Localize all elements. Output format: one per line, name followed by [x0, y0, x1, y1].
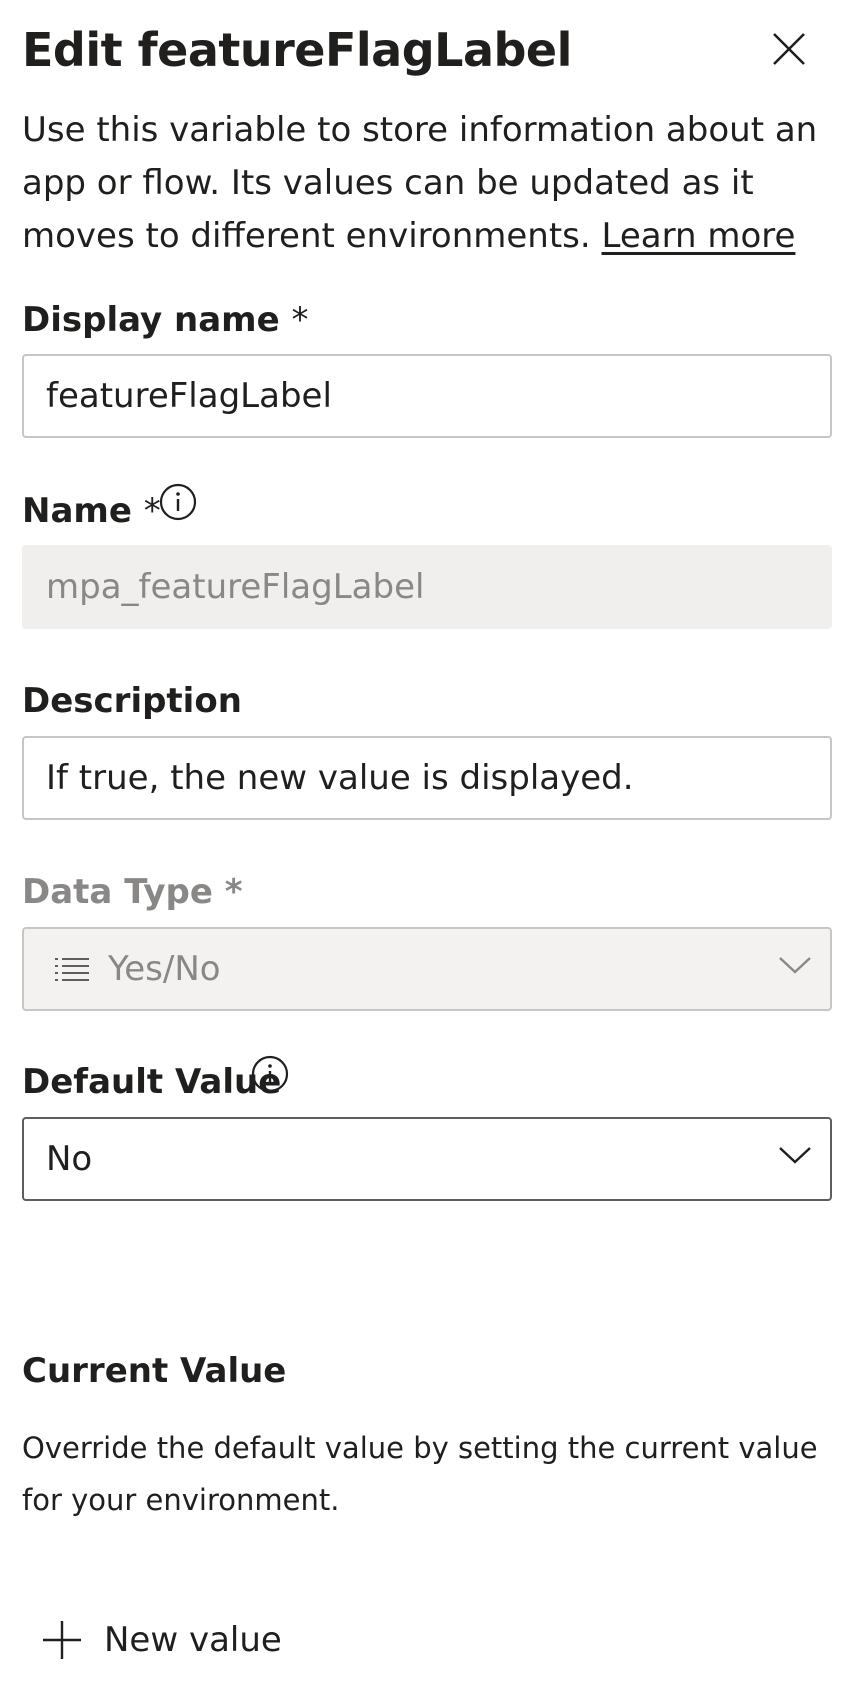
data-type-label-text: Data Type	[22, 872, 213, 912]
description-label: Description	[22, 681, 242, 721]
data-type-label: Data Type *	[22, 868, 243, 916]
description-input[interactable]: If true, the new value is displayed.	[22, 736, 832, 820]
name-input: mpa_featureFlagLabel	[22, 545, 832, 629]
new-value-button[interactable]: New value	[42, 1610, 282, 1670]
default-value-label: Default Value	[22, 1062, 282, 1102]
new-value-label: New value	[104, 1620, 282, 1660]
panel-title: Edit featureFlagLabel	[22, 23, 572, 77]
display-name-value: featureFlagLabel	[46, 376, 332, 416]
edit-variable-panel: Edit featureFlagLabel Use this variable …	[0, 0, 852, 1683]
required-marker: *	[224, 872, 243, 912]
data-type-select: Yes/No	[22, 927, 832, 1011]
close-button[interactable]	[762, 22, 816, 76]
display-name-input[interactable]: featureFlagLabel	[22, 354, 832, 438]
chevron-down-icon	[779, 957, 811, 974]
learn-more-link[interactable]: Learn more	[602, 216, 796, 256]
name-label: Name *	[22, 487, 161, 535]
default-value-info-icon[interactable]	[250, 1054, 290, 1094]
intro-text: Use this variable to store information a…	[22, 104, 832, 263]
display-name-label-text: Display name	[22, 300, 280, 340]
name-value: mpa_featureFlagLabel	[46, 567, 425, 607]
current-value-description: Override the default value by setting th…	[22, 1431, 818, 1517]
data-type-value: Yes/No	[108, 949, 221, 989]
required-marker: *	[291, 300, 309, 340]
chevron-down-icon	[779, 1147, 811, 1164]
default-value-value: No	[46, 1139, 93, 1179]
current-value-heading: Current Value	[22, 1351, 287, 1391]
list-icon	[55, 958, 89, 981]
close-icon	[773, 33, 805, 65]
display-name-label: Display name *	[22, 296, 308, 344]
name-info-icon[interactable]	[158, 482, 198, 522]
default-value-select[interactable]: No	[22, 1117, 832, 1201]
name-label-text: Name	[22, 491, 132, 531]
plus-icon	[43, 1621, 81, 1659]
description-value: If true, the new value is displayed.	[46, 758, 634, 798]
